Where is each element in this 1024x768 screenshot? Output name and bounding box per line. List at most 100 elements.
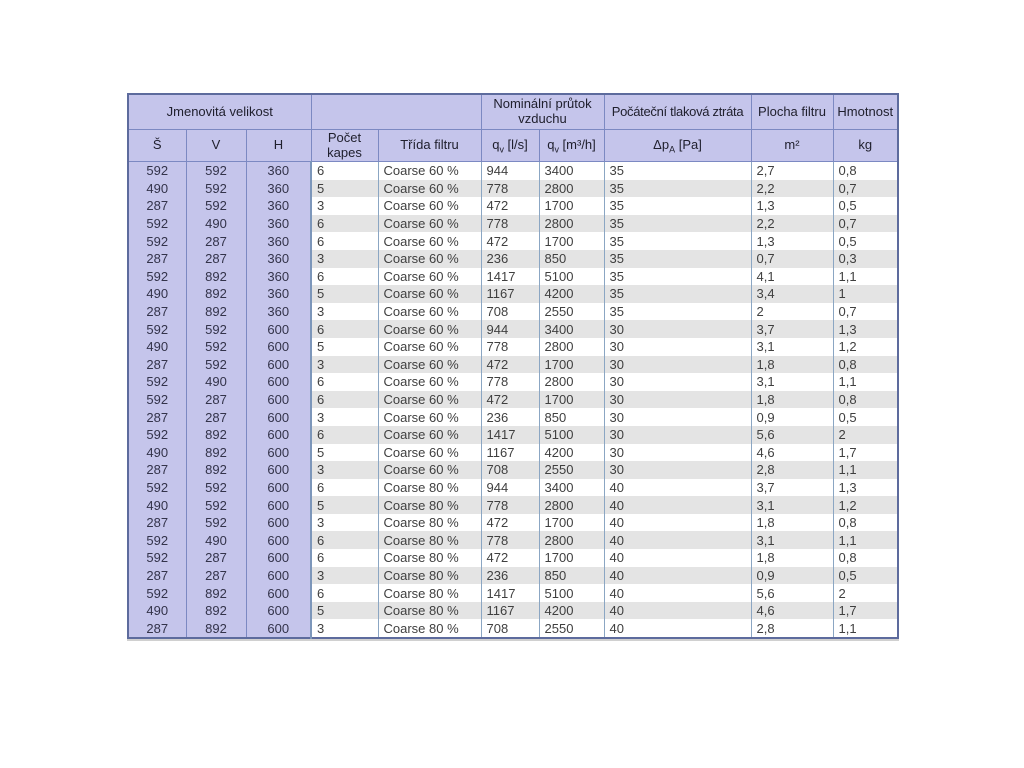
table-cell: 778 [480, 373, 540, 391]
table-cell: 6 [310, 161, 379, 180]
table-cell: 40 [603, 601, 752, 620]
table-cell: 30 [603, 461, 752, 479]
header-group-row: Jmenovitá velikost Nominální průtok vzduc… [127, 93, 899, 130]
table-row: 592 592 600 6 Coarse 60 % 944 3400 30 3,7 1,3 [127, 320, 899, 338]
table-cell: 287 [185, 549, 247, 567]
table-cell: 1,7 [832, 443, 899, 462]
table-cell: 472 [480, 197, 540, 215]
table-cell: 600 [245, 425, 312, 444]
table-cell: 592 [127, 373, 187, 391]
table-cell: 472 [480, 390, 540, 409]
table-cell: 490 [127, 601, 187, 620]
table-cell: 6 [310, 214, 379, 233]
table-cell: 6 [310, 373, 379, 391]
table-cell: 2800 [538, 373, 605, 391]
table-row: 592 892 360 6 Coarse 60 % 1417 5100 35 4,1 1,1 [127, 267, 899, 286]
table-cell: 5 [310, 179, 379, 198]
table-cell: 892 [185, 619, 247, 639]
table-cell: 40 [603, 478, 752, 497]
table-cell: 1700 [538, 390, 605, 409]
table-cell: 5100 [538, 584, 605, 602]
table-cell: 490 [185, 531, 247, 550]
table-cell: 1,3 [750, 197, 834, 215]
table-cell: 287 [127, 513, 187, 532]
column-header-cell: kg [832, 129, 899, 162]
table-cell: 5100 [538, 267, 605, 286]
table-cell: Coarse 60 % [377, 267, 482, 286]
table-cell: 472 [480, 513, 540, 532]
table-cell: 472 [480, 232, 540, 250]
table-cell: 2800 [538, 531, 605, 550]
table-cell: 3,7 [750, 478, 834, 497]
table-cell: 35 [603, 249, 752, 268]
table-cell: 360 [245, 285, 312, 303]
table-cell: Coarse 60 % [377, 179, 482, 198]
table-cell: 490 [127, 285, 187, 303]
table-cell: 3400 [538, 478, 605, 497]
table-cell: 892 [185, 461, 247, 479]
table-cell: 892 [185, 443, 247, 462]
table-cell: Coarse 80 % [377, 478, 482, 497]
table-cell: 0,5 [832, 197, 899, 215]
table-cell: 287 [185, 390, 247, 409]
table-cell: 1,8 [750, 355, 834, 374]
table-cell: 892 [185, 285, 247, 303]
table-cell: 35 [603, 161, 752, 180]
table-cell: 30 [603, 408, 752, 426]
table-cell: 1,8 [750, 549, 834, 567]
table-cell: 35 [603, 285, 752, 303]
table-row: 592 592 600 6 Coarse 80 % 944 3400 40 3,7 1,3 [127, 478, 899, 497]
table-cell: 35 [603, 197, 752, 215]
table-cell: 490 [127, 443, 187, 462]
filter-spec-table-container: Jmenovitá velikost Nominální průtok vzduc… [127, 93, 899, 640]
table-cell: 592 [127, 549, 187, 567]
table-cell: Coarse 60 % [377, 249, 482, 268]
table-cell: 600 [245, 496, 312, 514]
table-cell: 3,1 [750, 373, 834, 391]
table-cell: 287 [127, 461, 187, 479]
table-cell: 360 [245, 302, 312, 321]
group-header-cell: Nominální průtok vzduchu [480, 93, 605, 130]
table-cell: 4,6 [750, 601, 834, 620]
table-cell: Coarse 60 % [377, 355, 482, 374]
table-cell: 600 [245, 478, 312, 497]
table-cell: 0,5 [832, 566, 899, 585]
table-row: 592 490 600 6 Coarse 80 % 778 2800 40 3,1 1,1 [127, 531, 899, 550]
table-cell: 35 [603, 232, 752, 250]
table-cell: 0,7 [832, 302, 899, 321]
table-cell: Coarse 60 % [377, 425, 482, 444]
column-header-cell: Š [127, 129, 187, 162]
table-cell: 592 [127, 390, 187, 409]
table-cell: 472 [480, 549, 540, 567]
table-cell: 592 [185, 513, 247, 532]
table-cell: 6 [310, 320, 379, 338]
table-cell: 592 [185, 337, 247, 356]
table-cell: 0,8 [832, 549, 899, 567]
table-cell: 850 [538, 249, 605, 268]
table-cell: Coarse 80 % [377, 601, 482, 620]
table-cell: Coarse 80 % [377, 619, 482, 639]
table-cell: Coarse 60 % [377, 461, 482, 479]
table-cell: 592 [127, 425, 187, 444]
table-cell: 287 [185, 249, 247, 268]
table-cell: 778 [480, 337, 540, 356]
column-header-unit: [Pa] [675, 137, 702, 153]
table-cell: 490 [127, 179, 187, 198]
table-cell: 592 [185, 161, 247, 180]
table-cell: 0,9 [750, 408, 834, 426]
table-cell: 287 [127, 302, 187, 321]
table-cell: 6 [310, 425, 379, 444]
table-cell: 600 [245, 549, 312, 567]
column-header-label: V [211, 137, 221, 153]
table-cell: Coarse 80 % [377, 496, 482, 514]
table-cell: 30 [603, 390, 752, 409]
table-cell: 40 [603, 584, 752, 602]
table-row: 592 892 600 6 Coarse 60 % 1417 5100 30 5,6 2 [127, 425, 899, 444]
table-cell: 6 [310, 232, 379, 250]
column-header-cell: H [245, 129, 312, 162]
table-cell: 708 [480, 302, 540, 321]
column-header-cell: Počet kapes [310, 129, 379, 162]
table-cell: 30 [603, 443, 752, 462]
table-cell: 40 [603, 619, 752, 639]
table-cell: 0,8 [832, 390, 899, 409]
